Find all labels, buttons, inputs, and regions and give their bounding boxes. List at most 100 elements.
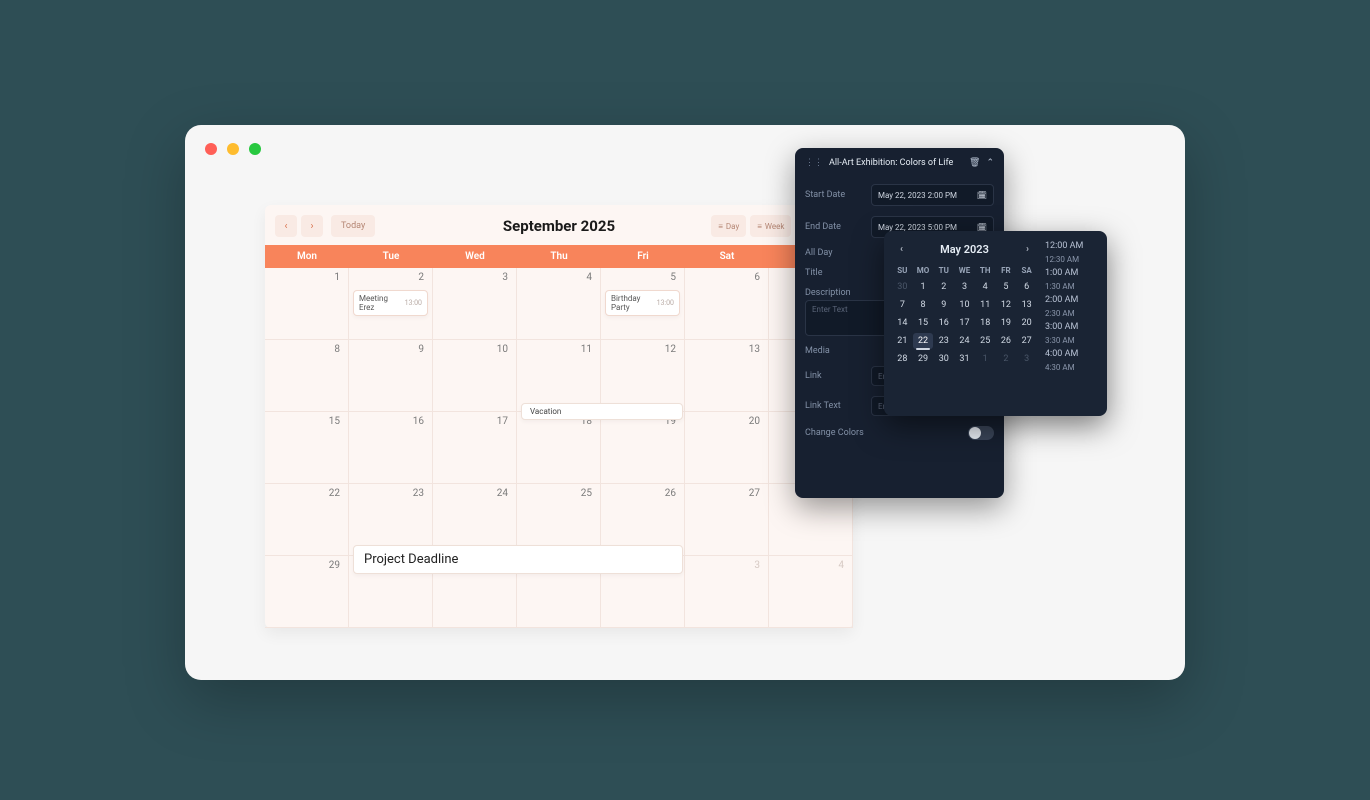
picker-time-option[interactable]: 1:00 AM — [1043, 266, 1099, 280]
calendar-cell[interactable]: 4 — [517, 268, 601, 340]
picker-time-option[interactable]: 2:00 AM — [1043, 293, 1099, 307]
picker-time-option[interactable]: 3:00 AM — [1043, 320, 1099, 334]
picker-day[interactable]: 2 — [996, 351, 1017, 367]
picker-day[interactable]: 1 — [975, 351, 996, 367]
picker-day[interactable]: 14 — [892, 315, 913, 331]
calendar-cell[interactable]: 13 — [685, 340, 769, 412]
picker-day[interactable]: 10 — [954, 297, 975, 313]
picker-time-option[interactable]: 12:00 AM — [1043, 239, 1099, 253]
calendar-cell[interactable]: 15 — [265, 412, 349, 484]
picker-day[interactable]: 3 — [954, 279, 975, 295]
calendar-cell[interactable]: 4 — [769, 556, 853, 628]
calendar-cell[interactable]: 29 — [265, 556, 349, 628]
picker-day[interactable]: 23 — [933, 333, 954, 349]
picker-day[interactable]: 26 — [996, 333, 1017, 349]
picker-time-option[interactable]: 1:30 AM — [1043, 280, 1099, 293]
picker-day[interactable]: 1 — [913, 279, 934, 295]
picker-day[interactable]: 21 — [892, 333, 913, 349]
next-month-button[interactable]: › — [301, 215, 323, 237]
picker-day[interactable]: 11 — [975, 297, 996, 313]
day-number: 4 — [838, 560, 844, 571]
day-number: 6 — [754, 272, 760, 283]
calendar-cell[interactable]: 3 — [433, 268, 517, 340]
picker-day[interactable]: 25 — [975, 333, 996, 349]
day-number: 26 — [665, 488, 676, 499]
calendar-cell[interactable]: 19 — [601, 412, 685, 484]
view-day-button[interactable]: ≡Day — [711, 215, 746, 237]
prev-month-button[interactable]: ‹ — [275, 215, 297, 237]
picker-day[interactable]: 24 — [954, 333, 975, 349]
picker-day[interactable]: 2 — [933, 279, 954, 295]
calendar-cell[interactable]: 3 — [685, 556, 769, 628]
change-colors-toggle[interactable] — [968, 426, 994, 440]
minimize-icon[interactable] — [227, 143, 239, 155]
event-meeting[interactable]: Meeting Erez13:00 — [353, 290, 428, 316]
calendar-cell[interactable]: 18 — [517, 412, 601, 484]
calendar-cell[interactable]: 10 — [433, 340, 517, 412]
calendar-cell[interactable]: 27 — [685, 484, 769, 556]
event-vacation[interactable]: Vacation — [521, 403, 683, 420]
day-number: 10 — [497, 344, 508, 355]
calendar-cell[interactable]: 11 — [517, 340, 601, 412]
picker-day[interactable]: 22 — [913, 333, 934, 349]
picker-dow-label: WE — [954, 264, 975, 277]
maximize-icon[interactable] — [249, 143, 261, 155]
calendar-cell[interactable]: 9 — [349, 340, 433, 412]
picker-day[interactable]: 7 — [892, 297, 913, 313]
day-number: 23 — [413, 488, 424, 499]
picker-day[interactable]: 8 — [913, 297, 934, 313]
picker-day[interactable]: 18 — [975, 315, 996, 331]
collapse-icon[interactable]: ⌃ — [986, 158, 994, 168]
picker-day[interactable]: 30 — [892, 279, 913, 295]
calendar-cell[interactable]: 20 — [685, 412, 769, 484]
label-all-day: All Day — [805, 248, 863, 258]
picker-day[interactable]: 15 — [913, 315, 934, 331]
drag-handle-icon[interactable]: ⋮⋮ — [805, 158, 823, 168]
event-birthday[interactable]: Birthday Party13:00 — [605, 290, 680, 316]
event-project-deadline[interactable]: Project Deadline — [353, 545, 683, 574]
picker-prev-button[interactable]: ‹ — [896, 244, 907, 255]
weekday-header: Mon Tue Wed Thu Fri Sat Sun — [265, 245, 853, 268]
picker-day[interactable]: 30 — [933, 351, 954, 367]
picker-time-option[interactable]: 3:30 AM — [1043, 334, 1099, 347]
picker-time-option[interactable]: 2:30 AM — [1043, 307, 1099, 320]
calendar-cell[interactable]: 17 — [433, 412, 517, 484]
calendar-cell[interactable]: 22 — [265, 484, 349, 556]
picker-day[interactable]: 12 — [996, 297, 1017, 313]
calendar-cell[interactable]: 8 — [265, 340, 349, 412]
picker-day[interactable]: 13 — [1016, 297, 1037, 313]
picker-day[interactable]: 5 — [996, 279, 1017, 295]
picker-day[interactable]: 4 — [975, 279, 996, 295]
view-week-button[interactable]: ≡Week — [750, 215, 791, 237]
calendar-cell[interactable]: 6 — [685, 268, 769, 340]
picker-day[interactable]: 27 — [1016, 333, 1037, 349]
picker-day[interactable]: 28 — [892, 351, 913, 367]
day-number: 8 — [334, 344, 340, 355]
day-number: 29 — [329, 560, 340, 571]
calendar-title: September 2025 — [503, 217, 615, 235]
picker-time-option[interactable]: 4:00 AM — [1043, 347, 1099, 361]
calendar-grid: 12Meeting Erez13:00345Birthday Party13:0… — [265, 268, 853, 628]
picker-next-button[interactable]: › — [1022, 244, 1033, 255]
picker-day[interactable]: 9 — [933, 297, 954, 313]
picker-day[interactable]: 3 — [1016, 351, 1037, 367]
trash-icon[interactable]: 🗑 — [969, 158, 980, 168]
picker-day[interactable]: 20 — [1016, 315, 1037, 331]
calendar-cell[interactable]: 5Birthday Party13:00 — [601, 268, 685, 340]
picker-day[interactable]: 16 — [933, 315, 954, 331]
picker-day[interactable]: 6 — [1016, 279, 1037, 295]
start-date-field[interactable]: May 22, 2023 2:00 PM 🗓 — [871, 184, 994, 206]
picker-time-option[interactable]: 12:30 AM — [1043, 253, 1099, 266]
picker-day[interactable]: 31 — [954, 351, 975, 367]
picker-time-option[interactable]: 4:30 AM — [1043, 361, 1099, 374]
calendar-cell[interactable]: 2Meeting Erez13:00 — [349, 268, 433, 340]
calendar-cell[interactable]: 12 — [601, 340, 685, 412]
picker-time-list[interactable]: 12:00 AM12:30 AM1:00 AM1:30 AM2:00 AM2:3… — [1043, 239, 1099, 408]
close-icon[interactable] — [205, 143, 217, 155]
today-button[interactable]: Today — [331, 215, 375, 237]
picker-day[interactable]: 29 — [913, 351, 934, 367]
picker-day[interactable]: 19 — [996, 315, 1017, 331]
calendar-cell[interactable]: 1 — [265, 268, 349, 340]
picker-day[interactable]: 17 — [954, 315, 975, 331]
calendar-cell[interactable]: 16 — [349, 412, 433, 484]
